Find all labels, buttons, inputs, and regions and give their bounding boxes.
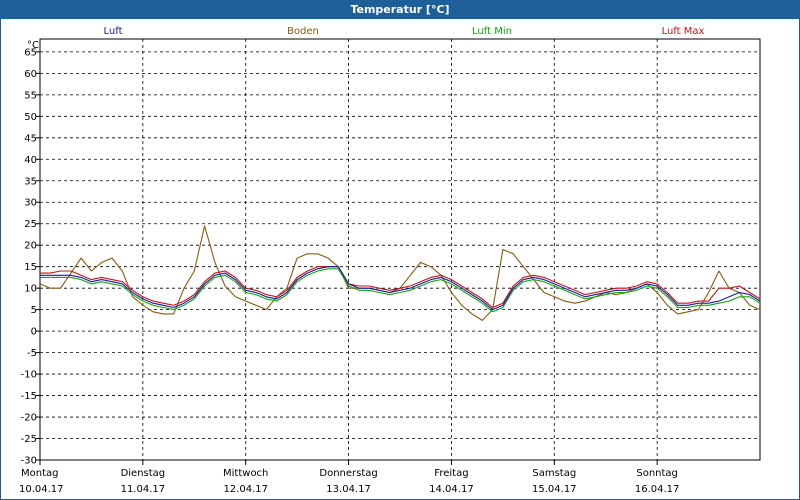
y-tick-label: 60	[24, 69, 37, 80]
y-tick-label: 45	[24, 133, 37, 144]
y-tick-label: 55	[24, 90, 37, 101]
y-tick-label: 35	[24, 176, 37, 187]
x-day-label: Samstag	[532, 468, 576, 479]
plot-area	[39, 38, 761, 461]
legend: Luft Boden Luft Min Luft Max	[104, 26, 705, 37]
y-tick-label: -20	[21, 413, 37, 424]
y-tick-label: 40	[24, 155, 37, 166]
y-tick-label: -10	[21, 370, 37, 381]
y-tick-label: 20	[24, 241, 37, 252]
y-tick-label: 30	[24, 198, 37, 209]
y-tick-label: 50	[24, 112, 37, 123]
x-date-label: 14.04.17	[429, 484, 474, 495]
x-date-label: 12.04.17	[223, 484, 268, 495]
x-date-label: 13.04.17	[326, 484, 371, 495]
legend-entry: Luft	[104, 26, 123, 37]
x-tick-labels: Montag 10.04.17 Dienstag 11.04.17 Mittwoch 12…	[19, 460, 679, 495]
y-tick-label: -25	[21, 434, 37, 445]
y-tick-label: -15	[21, 391, 37, 402]
y-tick-labels: 65605550454035302520151050-5-10-15-20-25…	[21, 47, 40, 467]
legend-entry: Boden	[287, 26, 319, 37]
temperature-chart: 65605550454035302520151050-5-10-15-20-25…	[19, 26, 761, 495]
x-day-label: Mittwoch	[223, 468, 268, 479]
y-tick-label: -30	[21, 456, 37, 467]
x-date-label: 11.04.17	[121, 484, 166, 495]
x-date-label: 16.04.17	[635, 484, 680, 495]
x-day-label: Dienstag	[121, 468, 166, 479]
y-tick-label: 15	[24, 262, 37, 273]
y-tick-label: 0	[31, 327, 37, 338]
y-tick-label: 25	[24, 219, 37, 230]
y-tick-label: -5	[27, 348, 37, 359]
x-day-label: Freitag	[434, 468, 468, 479]
x-day-label: Montag	[21, 468, 58, 479]
x-day-label: Donnerstag	[319, 468, 377, 479]
legend-entry: Luft Min	[472, 26, 512, 37]
y-tick-label: 5	[31, 305, 37, 316]
x-date-label: 15.04.17	[532, 484, 577, 495]
x-date-label: 10.04.17	[19, 484, 64, 495]
y-tick-label: 10	[24, 284, 37, 295]
x-day-label: Sonntag	[636, 468, 678, 479]
legend-entry: Luft Max	[662, 26, 705, 37]
y-axis-unit: °C	[27, 40, 39, 51]
